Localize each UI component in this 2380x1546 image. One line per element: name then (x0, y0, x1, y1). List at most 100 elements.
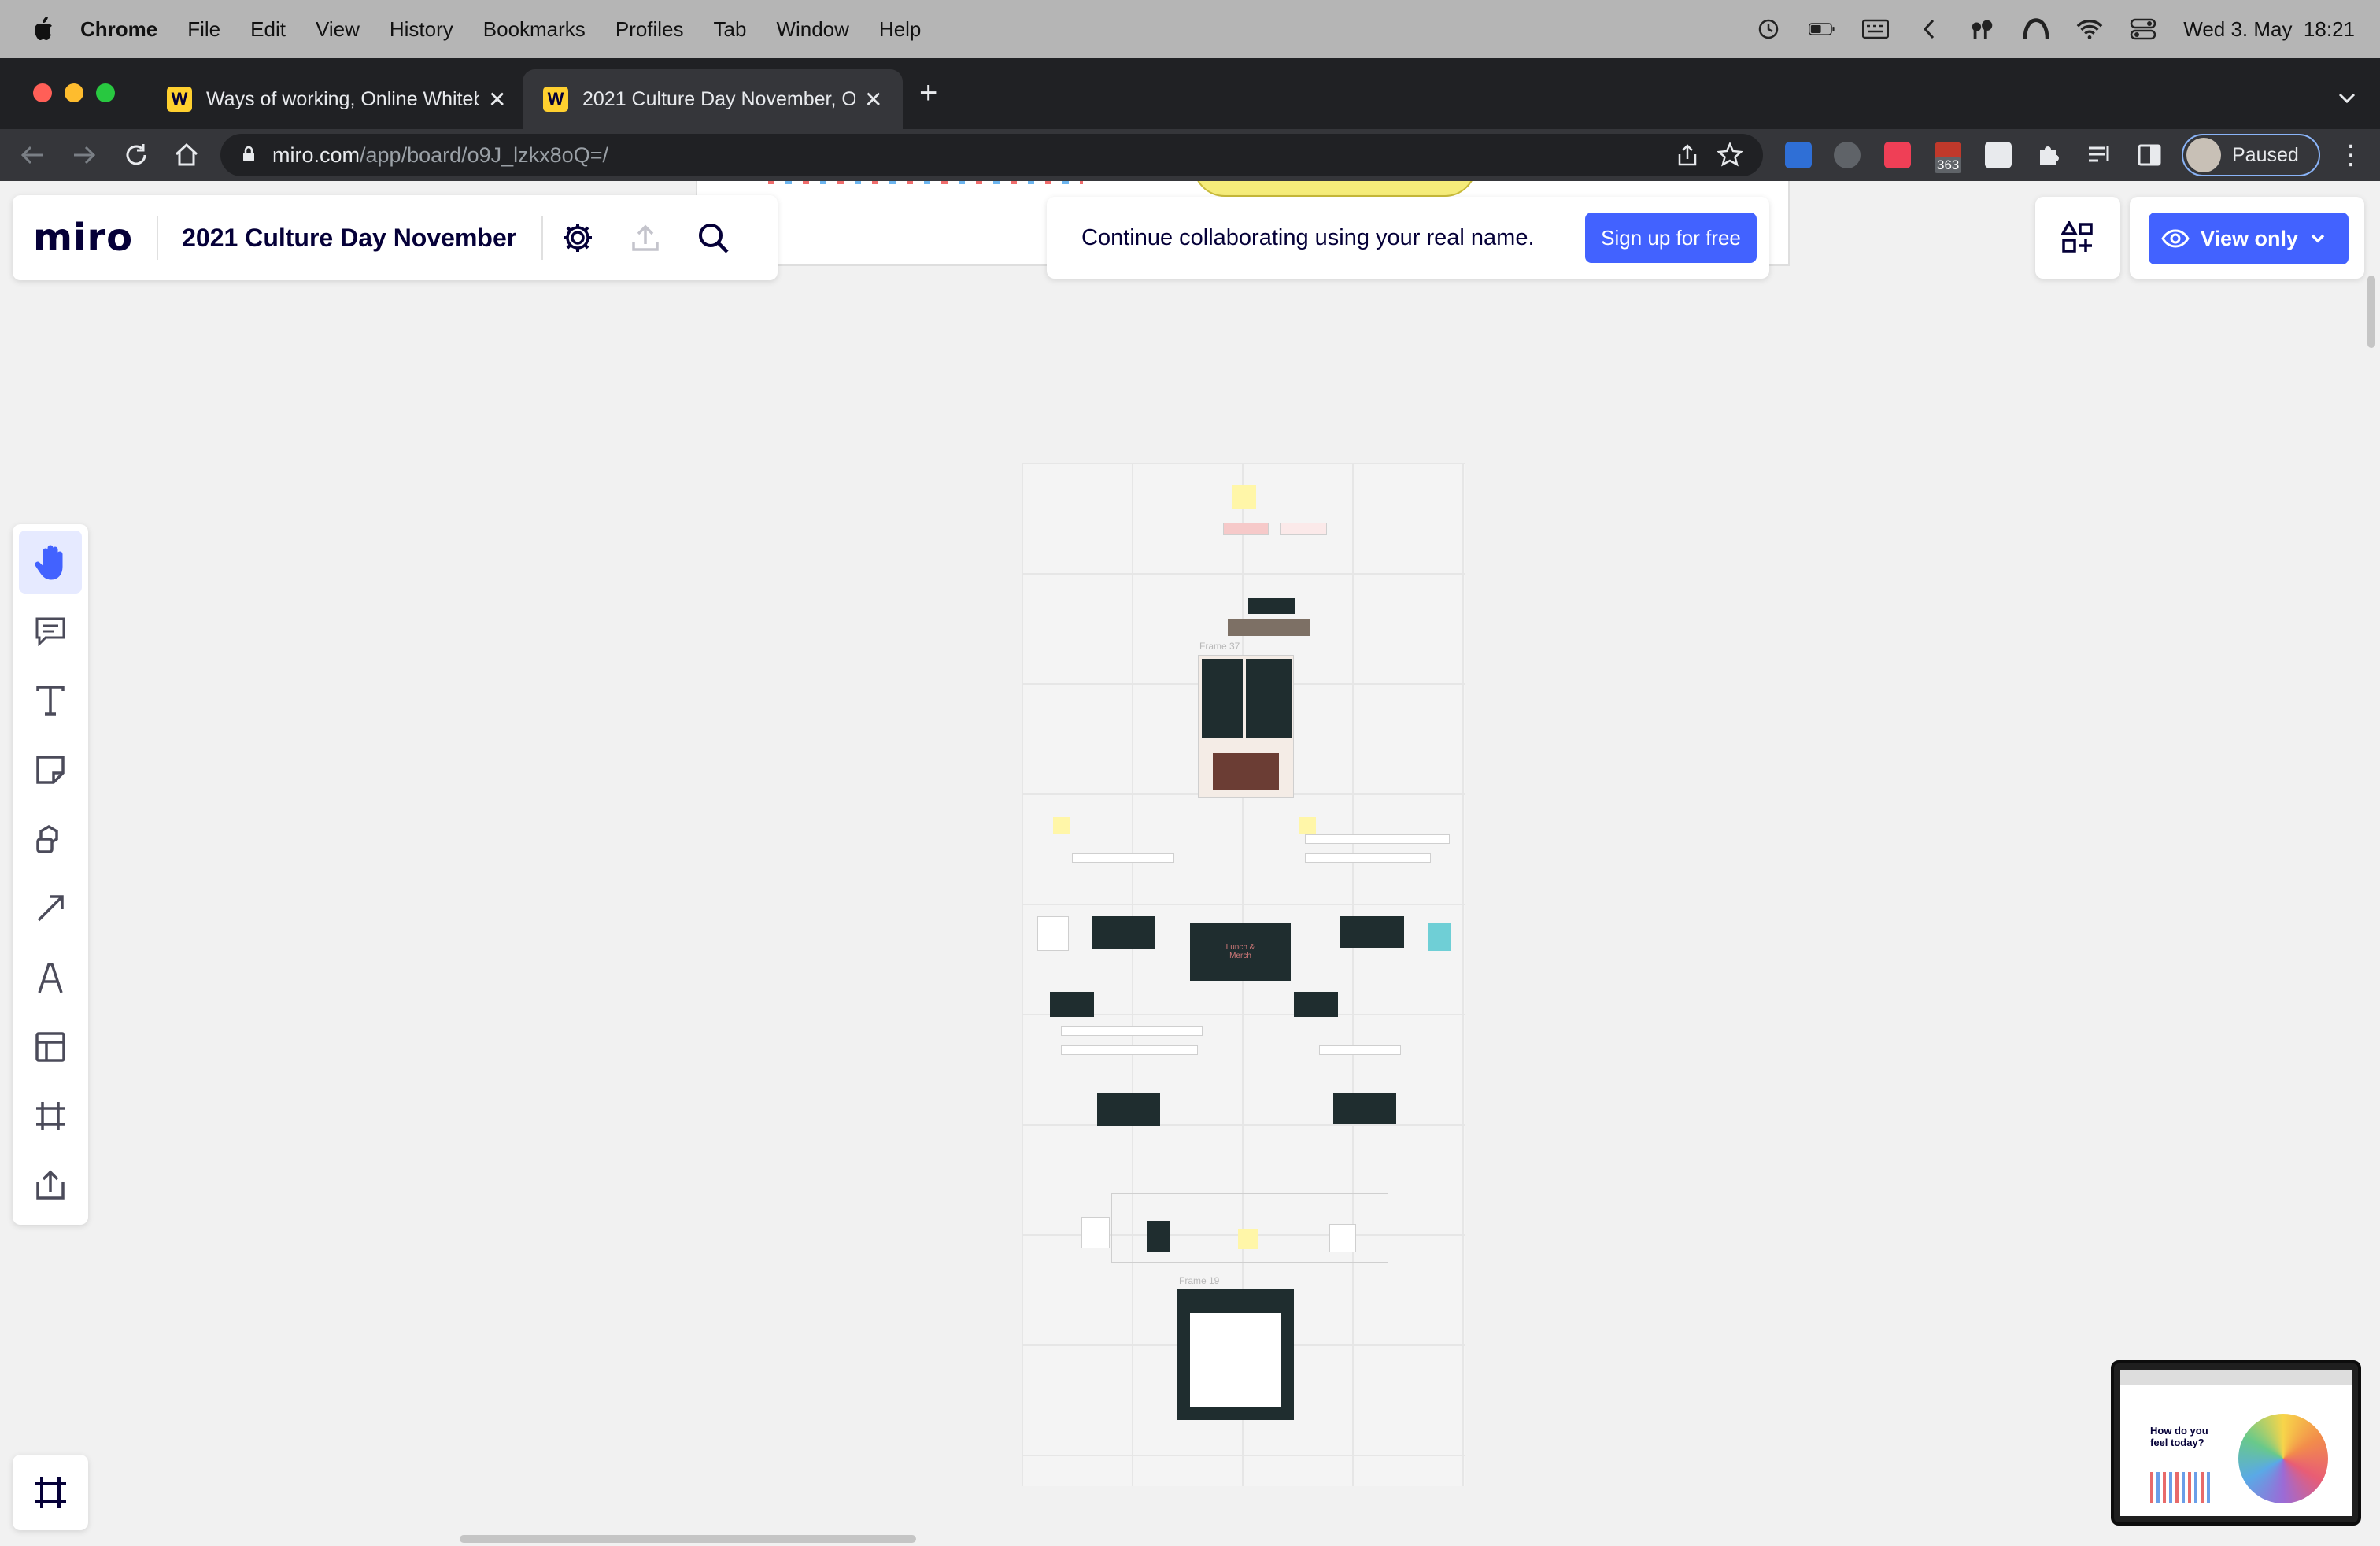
card-row[interactable] (1061, 1045, 1198, 1055)
url-text[interactable]: miro.com/app/board/o9J_lzkx8oQ=/ (272, 143, 608, 168)
ublock-extension-icon[interactable]: 363 (1935, 142, 1962, 173)
apps-button[interactable] (2035, 197, 2120, 279)
view-only-button[interactable]: View only (2149, 213, 2349, 264)
extension-cube-icon[interactable] (1985, 142, 2012, 168)
photo-strip[interactable] (1228, 619, 1310, 636)
card-row[interactable] (1061, 1026, 1203, 1036)
extensions-puzzle-icon[interactable] (2035, 142, 2062, 168)
apple-logo-icon[interactable] (31, 17, 54, 42)
image-strip[interactable] (1248, 598, 1295, 614)
menubar-clock[interactable]: Wed 3. May 18:21 (2183, 17, 2355, 42)
pocket-extension-icon[interactable] (1884, 142, 1911, 168)
templates-tool-icon[interactable] (19, 1015, 82, 1078)
battery-icon[interactable] (1809, 17, 1835, 41)
close-tab-icon[interactable]: ✕ (864, 87, 882, 113)
pen-tool-icon[interactable] (19, 946, 82, 1009)
card-element[interactable] (1223, 523, 1269, 535)
sign-up-button[interactable]: Sign up for free (1585, 213, 1757, 263)
blank-card[interactable] (1037, 916, 1069, 951)
frame-19-label[interactable]: Frame 19 (1179, 1275, 1219, 1286)
dark-frame[interactable] (1097, 1093, 1160, 1126)
menu-file[interactable]: File (187, 17, 220, 42)
window-zoom-button[interactable] (96, 83, 115, 102)
search-icon[interactable] (694, 219, 732, 257)
board-title[interactable]: 2021 Culture Day November (182, 224, 516, 253)
menu-bookmarks[interactable]: Bookmarks (483, 17, 586, 42)
vertical-scrollbar[interactable] (2367, 276, 2375, 348)
sticky-note-tool-icon[interactable] (19, 738, 82, 801)
horizontal-scrollbar[interactable] (460, 1535, 916, 1543)
chrome-toolbar: miro.com/app/board/o9J_lzkx8oQ=/ 363 Pau… (0, 129, 2380, 181)
address-bar[interactable]: miro.com/app/board/o9J_lzkx8oQ=/ (220, 134, 1763, 176)
upload-icon[interactable] (626, 219, 664, 257)
time-machine-icon[interactable] (1755, 17, 1782, 41)
reading-list-icon[interactable] (2086, 142, 2112, 168)
miro-canvas[interactable]: Frame 37 Lunch & Merch Frame 19 miro 202… (0, 181, 2380, 1546)
dark-frame[interactable] (1340, 916, 1404, 948)
side-panel-icon[interactable] (2136, 142, 2163, 168)
chevron-left-icon[interactable] (1916, 17, 1942, 41)
blank-card[interactable] (1081, 1217, 1110, 1248)
ghostery-extension-icon[interactable] (1834, 142, 1861, 168)
menu-history[interactable]: History (390, 17, 453, 42)
back-arrow-icon[interactable] (19, 142, 46, 168)
share-icon[interactable] (1676, 143, 1698, 167)
tab-ways-of-working[interactable]: W Ways of working, Online Whiteboard ✕ (146, 69, 527, 129)
wifi-icon[interactable] (2076, 17, 2103, 41)
video-preview-thumbnail[interactable]: How do you feel today? (2111, 1360, 2361, 1526)
close-tab-icon[interactable]: ✕ (488, 87, 506, 113)
control-center-icon[interactable] (2130, 17, 2156, 41)
chrome-menu-icon[interactable]: ⋮ (2338, 142, 2364, 168)
comment-tool-icon[interactable] (19, 600, 82, 663)
card-row[interactable] (1305, 834, 1450, 844)
card-row[interactable] (1072, 853, 1174, 863)
card-row[interactable] (1319, 1045, 1401, 1055)
frames-panel-button[interactable] (13, 1455, 88, 1530)
keyboard-icon[interactable] (1862, 17, 1890, 41)
dark-frame[interactable] (1092, 916, 1155, 949)
menu-profiles[interactable]: Profiles (615, 17, 684, 42)
upload-tool-icon[interactable] (19, 1154, 82, 1217)
connection-line-tool-icon[interactable] (19, 877, 82, 940)
cloud-icon[interactable] (1969, 17, 1996, 41)
miro-logo[interactable]: miro (33, 216, 133, 260)
text-tool-icon[interactable] (19, 669, 82, 732)
settings-gear-icon[interactable] (559, 219, 597, 257)
menu-app-name[interactable]: Chrome (80, 17, 157, 42)
frame-37-label[interactable]: Frame 37 (1199, 641, 1240, 652)
tab-search-chevron-icon[interactable] (2338, 88, 2356, 107)
frame-tool-icon[interactable] (19, 1085, 82, 1148)
vpn-icon[interactable] (2023, 17, 2049, 41)
frame-19[interactable] (1177, 1289, 1294, 1420)
menu-tab[interactable]: Tab (714, 17, 747, 42)
frame-37[interactable] (1198, 655, 1294, 798)
team-sticky-note[interactable] (1053, 817, 1070, 834)
lock-icon[interactable] (242, 146, 255, 162)
card-element[interactable] (1280, 523, 1327, 535)
shapes-tool-icon[interactable] (19, 808, 82, 871)
dark-frame[interactable] (1294, 992, 1338, 1017)
profile-button[interactable]: Paused (2182, 134, 2320, 176)
forward-arrow-icon[interactable] (71, 142, 98, 168)
window-close-button[interactable] (33, 83, 52, 102)
group-frame[interactable] (1111, 1193, 1388, 1263)
tab-culture-day[interactable]: W 2021 Culture Day November, Online ✕ (523, 69, 904, 129)
window-minimize-button[interactable] (65, 83, 83, 102)
reload-icon[interactable] (123, 142, 150, 168)
card-row[interactable] (1305, 853, 1431, 863)
menu-window[interactable]: Window (776, 17, 848, 42)
dark-frame[interactable] (1333, 1093, 1396, 1124)
bitwarden-extension-icon[interactable] (1785, 142, 1812, 168)
menu-view[interactable]: View (316, 17, 360, 42)
lunch-merch-frame[interactable]: Lunch & Merch (1190, 923, 1291, 981)
dark-frame[interactable] (1050, 992, 1094, 1017)
team-sticky-note[interactable] (1299, 817, 1316, 834)
new-tab-button[interactable]: + (919, 76, 937, 111)
bookmark-star-icon[interactable] (1717, 142, 1743, 167)
menu-help[interactable]: Help (879, 17, 921, 42)
teal-sticky-note[interactable] (1428, 923, 1451, 951)
welcome-sticky-note[interactable] (1232, 485, 1256, 509)
hand-tool-icon[interactable] (19, 531, 82, 594)
home-icon[interactable] (173, 142, 200, 168)
menu-edit[interactable]: Edit (250, 17, 286, 42)
